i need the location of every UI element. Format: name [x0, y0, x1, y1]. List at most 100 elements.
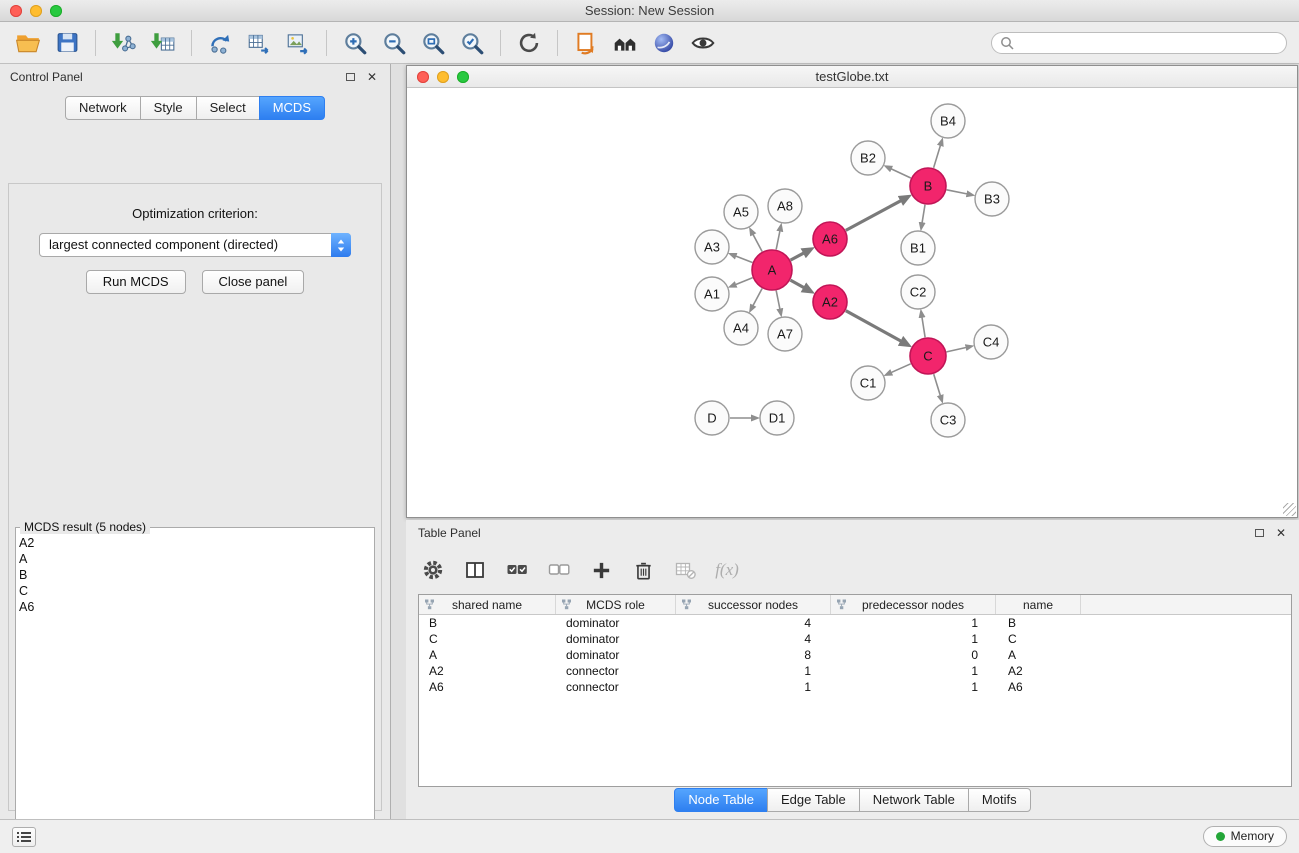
node-B[interactable]: B [910, 168, 946, 204]
overview-icon[interactable] [609, 27, 641, 59]
save-session-icon[interactable] [51, 27, 83, 59]
node-A[interactable]: A [752, 250, 792, 290]
mcds-result-item[interactable]: A2 [19, 535, 374, 551]
edge-C-C1[interactable] [891, 364, 911, 373]
network-canvas[interactable]: B4B2BB3A5A8A6A3B1AC2A1A2A4A7C4CC1C3DD1 [407, 88, 1297, 517]
zoom-window-button[interactable] [50, 5, 62, 17]
edge-C-C2[interactable] [922, 317, 925, 338]
table-row[interactable]: Bdominator41B [419, 615, 1291, 631]
table-cell-role[interactable]: connector [556, 680, 676, 694]
select-all-icon[interactable] [504, 557, 530, 583]
zoom-network-window-button[interactable] [457, 71, 469, 83]
mcds-result-item[interactable]: A [19, 551, 374, 567]
edge-A-A8[interactable] [776, 231, 780, 250]
style-icon[interactable] [648, 27, 680, 59]
zoom-out-icon[interactable] [378, 27, 410, 59]
edge-A-A5[interactable] [753, 234, 762, 252]
tab-edge-table[interactable]: Edge Table [767, 788, 860, 812]
zoom-fit-icon[interactable] [417, 27, 449, 59]
table-cell-role[interactable]: dominator [556, 616, 676, 630]
table-cell-pred[interactable]: 1 [831, 680, 996, 694]
snapshot-icon[interactable] [570, 27, 602, 59]
close-window-button[interactable] [10, 5, 22, 17]
export-network-icon[interactable] [204, 27, 236, 59]
minimize-network-window-button[interactable] [437, 71, 449, 83]
mcds-result-item[interactable]: A6 [19, 599, 374, 615]
edge-C-C4[interactable] [947, 347, 967, 352]
node-C[interactable]: C [910, 338, 946, 374]
add-column-icon[interactable] [588, 557, 614, 583]
table-cell-succ[interactable]: 1 [676, 680, 831, 694]
criterion-dropdown[interactable]: largest connected component (directed) [39, 233, 351, 257]
close-table-panel-icon[interactable]: ✕ [1273, 525, 1289, 541]
column-header-shared-name[interactable]: shared name [419, 595, 556, 614]
edge-A6-B[interactable] [846, 200, 902, 230]
search-field[interactable] [991, 32, 1287, 54]
table-row[interactable]: A6connector11A6 [419, 679, 1291, 695]
delete-column-icon[interactable] [630, 557, 656, 583]
table-cell-name[interactable]: A2 [996, 664, 1081, 678]
table-cell-pred[interactable]: 1 [831, 616, 996, 630]
table-cell-name[interactable]: A [996, 648, 1081, 662]
export-table-icon[interactable] [243, 27, 275, 59]
edge-A-A1[interactable] [735, 278, 752, 285]
close-network-window-button[interactable] [417, 71, 429, 83]
node-B1[interactable]: B1 [901, 231, 935, 265]
column-header-successor-nodes[interactable]: successor nodes [676, 595, 831, 614]
table-cell-name[interactable]: A6 [996, 680, 1081, 694]
edge-B-B4[interactable] [934, 145, 941, 168]
node-C4[interactable]: C4 [974, 325, 1008, 359]
node-A4[interactable]: A4 [724, 311, 758, 345]
run-mcds-button[interactable]: Run MCDS [86, 270, 186, 294]
table-cell-shared-name[interactable]: A6 [419, 680, 556, 694]
tab-style[interactable]: Style [140, 96, 197, 120]
window-resize-handle[interactable] [1283, 503, 1296, 516]
table-row[interactable]: A2connector11A2 [419, 663, 1291, 679]
panel-menu-button[interactable] [12, 827, 36, 847]
table-cell-succ[interactable]: 8 [676, 648, 831, 662]
table-settings-icon[interactable] [420, 557, 446, 583]
tab-node-table[interactable]: Node Table [674, 788, 768, 812]
edge-A-A6[interactable] [791, 253, 805, 260]
zoom-in-icon[interactable] [339, 27, 371, 59]
table-cell-succ[interactable]: 4 [676, 632, 831, 646]
import-table-icon[interactable] [147, 27, 179, 59]
node-C3[interactable]: C3 [931, 403, 965, 437]
table-cell-name[interactable]: C [996, 632, 1081, 646]
node-B2[interactable]: B2 [851, 141, 885, 175]
delete-table-icon[interactable] [672, 557, 698, 583]
network-window-titlebar[interactable]: testGlobe.txt [407, 66, 1297, 88]
refresh-layout-icon[interactable] [513, 27, 545, 59]
table-cell-role[interactable]: dominator [556, 648, 676, 662]
float-panel-icon[interactable] [342, 69, 358, 85]
close-panel-icon[interactable]: ✕ [364, 69, 380, 85]
table-cell-shared-name[interactable]: B [419, 616, 556, 630]
edge-A2-C[interactable] [846, 311, 902, 342]
float-table-panel-icon[interactable] [1251, 525, 1267, 541]
memory-button[interactable]: Memory [1203, 826, 1287, 847]
table-cell-pred[interactable]: 1 [831, 632, 996, 646]
show-graphics-icon[interactable] [687, 27, 719, 59]
node-A6[interactable]: A6 [813, 222, 847, 256]
search-input[interactable] [1019, 36, 1278, 50]
table-cell-name[interactable]: B [996, 616, 1081, 630]
zoom-selected-icon[interactable] [456, 27, 488, 59]
tab-mcds[interactable]: MCDS [259, 96, 325, 120]
minimize-window-button[interactable] [30, 5, 42, 17]
node-D[interactable]: D [695, 401, 729, 435]
column-header-mcds-role[interactable]: MCDS role [556, 595, 676, 614]
edge-A-A4[interactable] [753, 289, 762, 307]
table-cell-pred[interactable]: 1 [831, 664, 996, 678]
node-A3[interactable]: A3 [695, 230, 729, 264]
deselect-all-icon[interactable] [546, 557, 572, 583]
tab-network-table[interactable]: Network Table [859, 788, 969, 812]
node-C2[interactable]: C2 [901, 275, 935, 309]
edge-A-A7[interactable] [776, 291, 780, 310]
edge-B-B2[interactable] [891, 169, 911, 178]
tab-motifs[interactable]: Motifs [968, 788, 1031, 812]
column-header-name[interactable]: name [996, 595, 1081, 614]
edge-B-B3[interactable] [947, 190, 968, 194]
close-panel-button[interactable]: Close panel [202, 270, 305, 294]
export-image-icon[interactable] [282, 27, 314, 59]
node-B4[interactable]: B4 [931, 104, 965, 138]
